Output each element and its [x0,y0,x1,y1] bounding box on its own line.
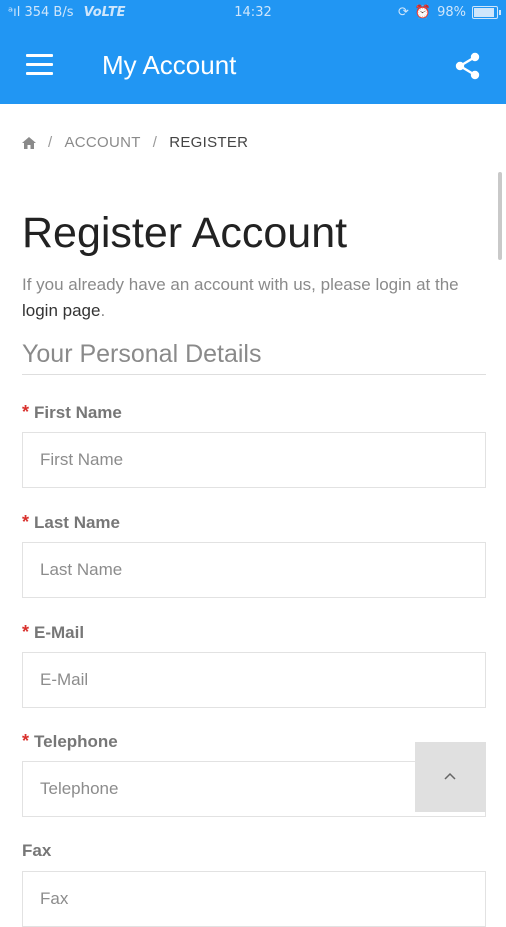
intro-prefix: If you already have an account with us, … [22,275,459,294]
page-title: Register Account [22,209,348,257]
battery-percent: 98% [437,5,466,20]
breadcrumb-separator: / [152,134,158,151]
share-icon[interactable] [454,52,482,80]
app-bar: My Account [0,27,506,104]
first-name-label: * First Name [22,402,122,423]
fax-label-text: Fax [22,841,52,860]
section-divider [22,374,486,375]
section-title: Your Personal Details [22,340,262,368]
login-page-link[interactable]: login page [22,301,100,320]
battery-fill [474,8,494,17]
scrollbar-thumb[interactable] [498,172,502,260]
breadcrumb: / ACCOUNT / REGISTER [22,134,248,151]
required-mark: * [22,402,30,422]
app-bar-title: My Account [102,50,237,80]
required-mark: * [22,512,30,532]
status-bar: ᵃıl 354 B/s VoLTE 14:32 ⟳ ⏰ 98% [0,0,506,27]
breadcrumb-account[interactable]: ACCOUNT [64,134,140,151]
last-name-label: * Last Name [22,512,120,533]
last-name-input[interactable] [22,542,486,598]
intro-suffix: . [100,301,106,320]
hamburger-menu-icon[interactable] [26,54,54,76]
telephone-label: * Telephone [22,731,118,752]
back-to-top-button[interactable] [415,742,486,812]
alarm-icon: ⏰ [414,5,432,20]
required-mark: * [22,731,30,751]
battery-icon [472,6,501,19]
status-right: ⟳ ⏰ 98% [398,5,501,20]
last-name-label-text: Last Name [34,513,120,532]
required-mark: * [22,622,30,642]
fax-input[interactable] [22,871,486,927]
email-label: * E-Mail [22,622,84,643]
email-input[interactable] [22,652,486,708]
sync-icon: ⟳ [398,5,409,20]
fax-label: Fax [22,841,51,861]
first-name-label-text: First Name [34,403,122,422]
telephone-label-text: Telephone [34,732,118,751]
home-icon[interactable] [22,136,36,149]
email-label-text: E-Mail [34,623,85,642]
breadcrumb-separator: / [48,134,53,151]
intro-text: If you already have an account with us, … [22,272,492,324]
chevron-up-icon [444,772,456,780]
first-name-input[interactable] [22,432,486,488]
breadcrumb-register[interactable]: REGISTER [169,134,248,151]
